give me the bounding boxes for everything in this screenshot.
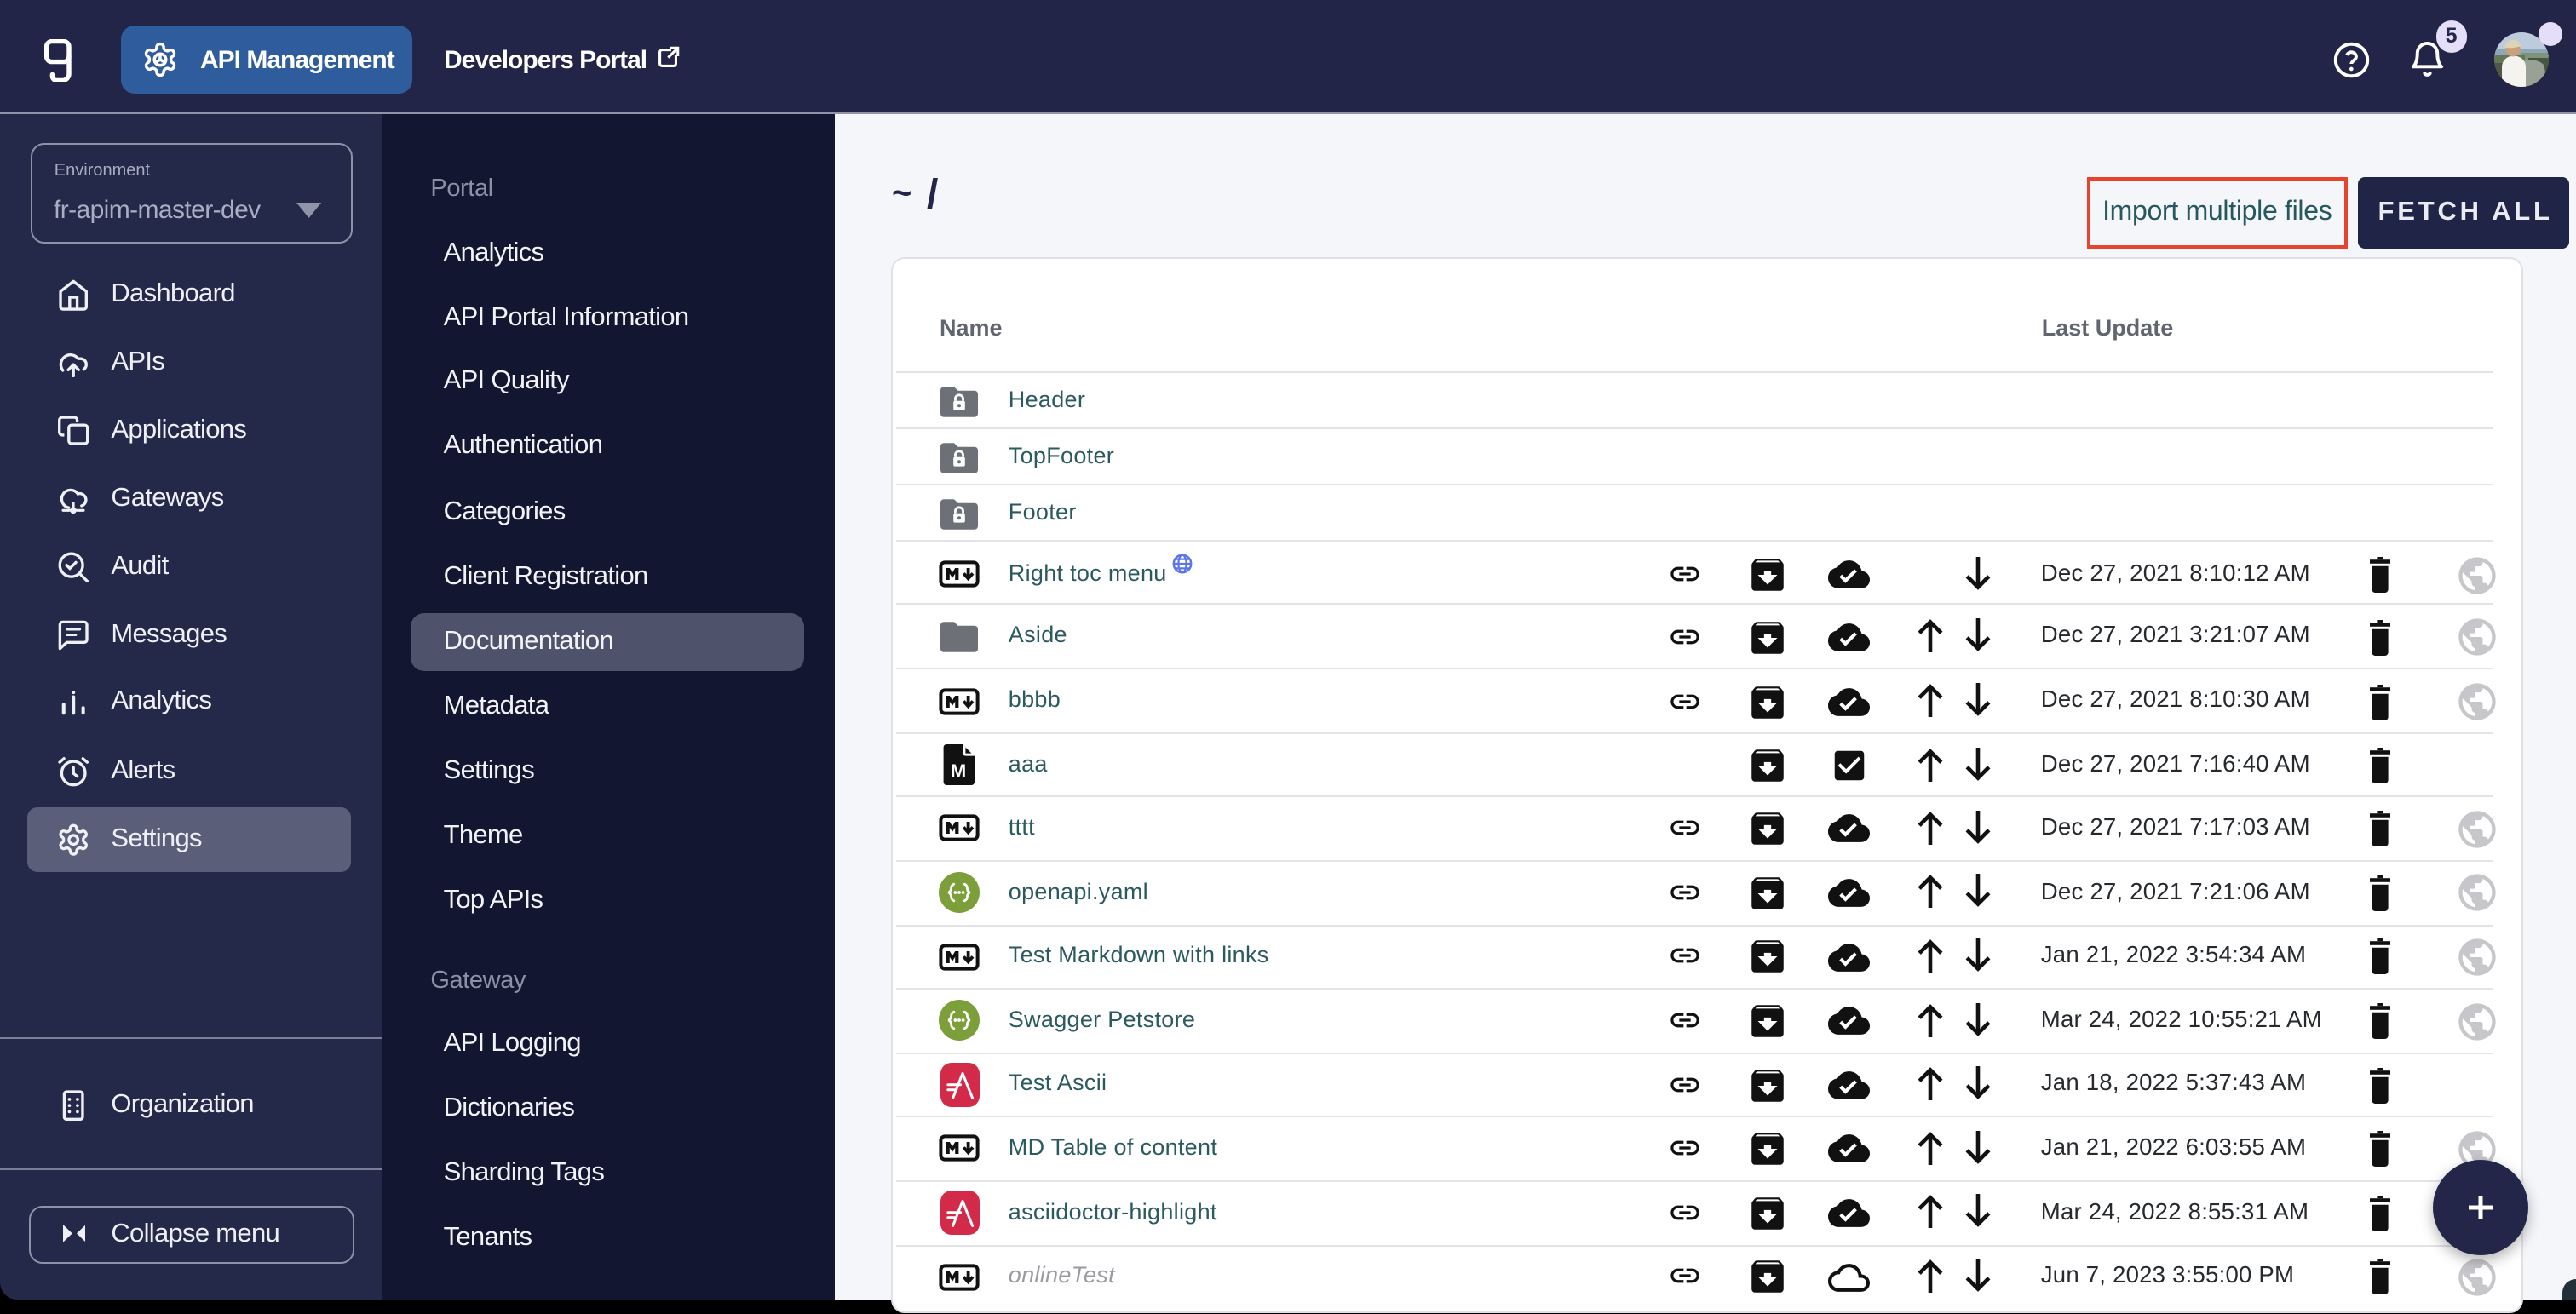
svg-text:M: M xyxy=(951,760,966,782)
